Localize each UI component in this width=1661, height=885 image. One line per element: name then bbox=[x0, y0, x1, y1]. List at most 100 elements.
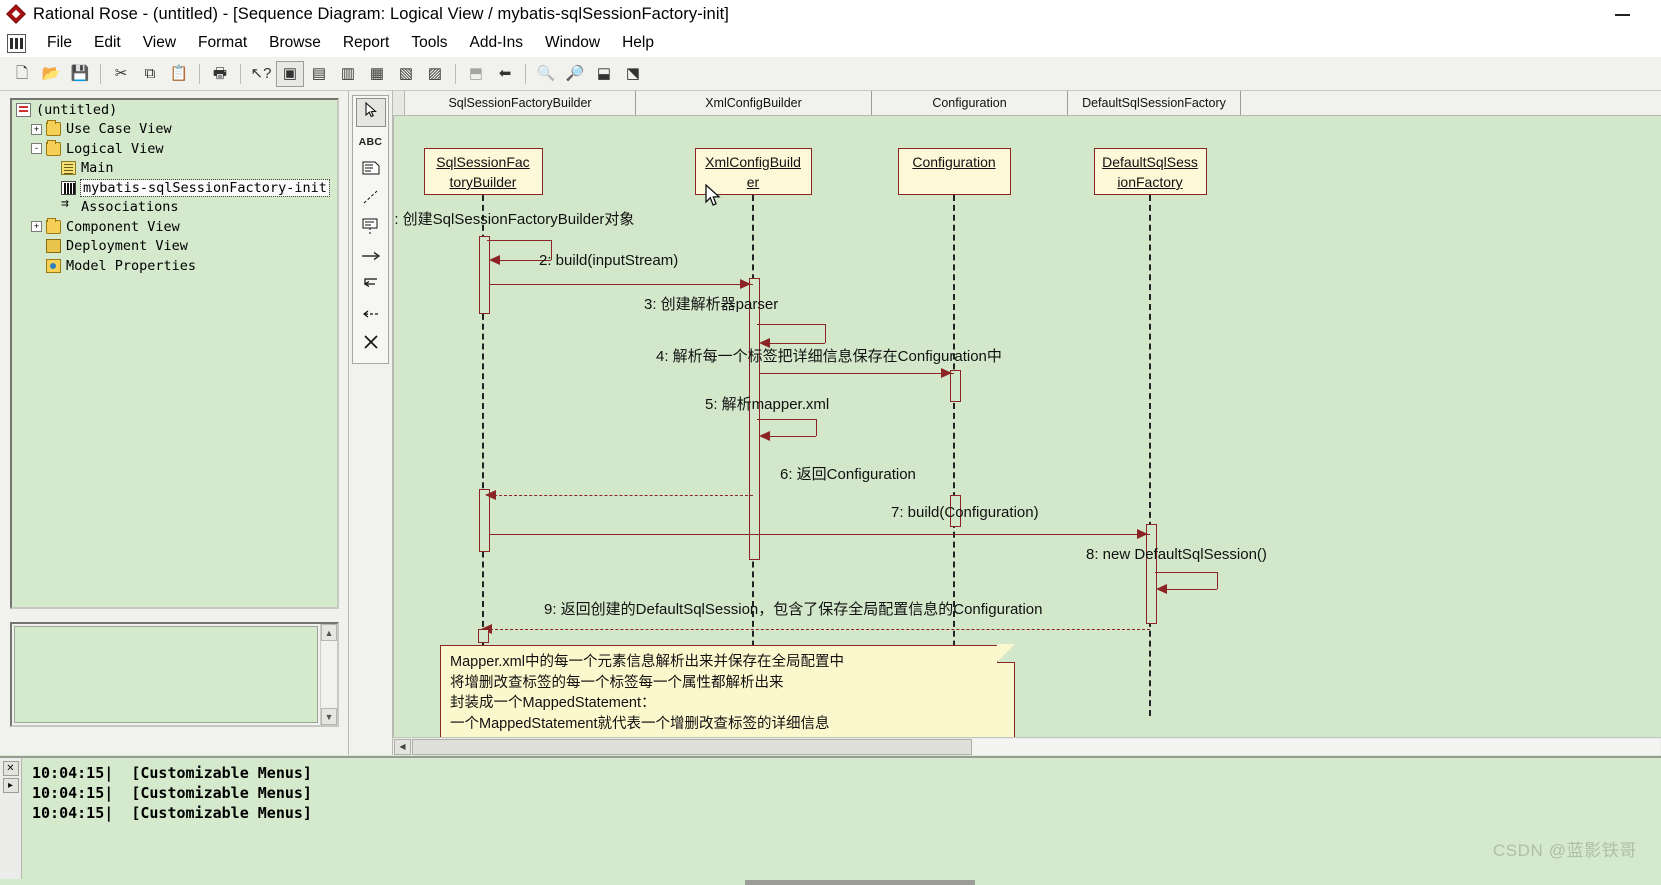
browse-component-diagram-icon[interactable]: ▨ bbox=[421, 61, 449, 87]
tree-item-logical-view[interactable]: - Logical View bbox=[12, 139, 337, 159]
tree-item-main[interactable]: Main bbox=[12, 159, 337, 179]
model-browser-tree[interactable]: (untitled) + Use Case View - Logical View Mai… bbox=[10, 98, 339, 609]
header-corner bbox=[393, 91, 405, 115]
close-log-button[interactable]: ✕ bbox=[2, 761, 19, 776]
browse-class-diagram-icon[interactable]: ▣ bbox=[276, 60, 304, 87]
message-8-bottom bbox=[1160, 589, 1217, 590]
note-tool[interactable] bbox=[356, 156, 386, 185]
return-message-tool[interactable] bbox=[356, 301, 386, 330]
menu-item-edit[interactable]: Edit bbox=[83, 32, 132, 54]
scroll-left-button[interactable]: ◀ bbox=[394, 738, 411, 755]
message-5-right bbox=[816, 419, 817, 436]
tree-collapse-icon[interactable]: - bbox=[31, 143, 42, 155]
tree-item-untitled[interactable]: (untitled) bbox=[12, 100, 337, 120]
model-root-icon bbox=[16, 102, 31, 117]
message-label-4: 4: 解析每一个标签把详细信息保存在Configuration中 bbox=[656, 348, 1002, 365]
object-tool[interactable] bbox=[356, 214, 386, 243]
menu-item-window[interactable]: Window bbox=[534, 32, 611, 54]
column-header-label: XmlConfigBuilder bbox=[705, 96, 802, 110]
zoom-out-icon[interactable]: 🔎 bbox=[561, 61, 589, 87]
column-header-configuration[interactable]: Configuration bbox=[872, 91, 1068, 115]
browse-state-diagram-icon[interactable]: ▧ bbox=[392, 61, 420, 87]
browse-use-case-diagram-icon[interactable]: ▤ bbox=[305, 61, 333, 87]
save-disk-icon[interactable]: 💾 bbox=[66, 61, 94, 87]
sequence-diagram-canvas[interactable]: SqlSessionFac toryBuilder XmlConfigBuild er… bbox=[393, 116, 1661, 737]
bottom-scroll-thumb[interactable] bbox=[745, 880, 975, 885]
message-label-9: 9: 返回创建的DefaultSqlSession，包含了保存全局配置信息的Co… bbox=[544, 601, 1043, 618]
lifeline-xmlconfigbuilder[interactable]: XmlConfigBuild er bbox=[694, 148, 812, 195]
diagram-note[interactable]: Mapper.xml中的每一个元素信息解析出来并保存在全局配置中 将增删改查标签的… bbox=[440, 644, 1015, 737]
message-3-top bbox=[757, 324, 825, 325]
menu-item-file[interactable]: File bbox=[36, 32, 83, 54]
documentation-scrollbar[interactable]: ▲ ▼ bbox=[320, 624, 337, 725]
message-to-self-tool[interactable] bbox=[356, 272, 386, 301]
context-help-cursor-icon[interactable]: ↖? bbox=[247, 61, 275, 87]
log-line: 10:04:15| [Customizable Menus] bbox=[32, 804, 312, 822]
column-header-defaultsqlsessionfactory[interactable]: DefaultSqlSessionFactory bbox=[1068, 91, 1241, 115]
browse-previous-icon[interactable]: ⬅ bbox=[491, 61, 519, 87]
toolbar-separator bbox=[199, 63, 200, 84]
column-header-label: DefaultSqlSessionFactory bbox=[1082, 96, 1226, 110]
window-menu-icon[interactable] bbox=[7, 33, 26, 53]
menu-item-browse[interactable]: Browse bbox=[258, 32, 332, 54]
lifeline-defaultsqlsessionfactory[interactable]: DefaultSqlSess ionFactory bbox=[1093, 148, 1207, 195]
copy-icon[interactable]: ⧉ bbox=[136, 61, 164, 87]
minimize-button[interactable] bbox=[1609, 6, 1635, 22]
menu-item-addins[interactable]: Add-Ins bbox=[459, 32, 534, 54]
scroll-up-button[interactable]: ▲ bbox=[321, 624, 337, 641]
log-side-buttons: ✕ ▸ bbox=[0, 758, 22, 885]
cut-scissors-icon[interactable]: ✂ bbox=[107, 61, 135, 87]
tree-item-use-case-view[interactable]: + Use Case View bbox=[12, 120, 337, 140]
scroll-down-button[interactable]: ▼ bbox=[321, 708, 337, 725]
abc-icon: ABC bbox=[358, 135, 383, 148]
menu-item-view[interactable]: View bbox=[132, 32, 187, 54]
horizontal-scrollbar[interactable]: ◀ bbox=[393, 737, 1661, 755]
hscroll-thumb[interactable] bbox=[412, 738, 972, 755]
paste-icon[interactable]: 📋 bbox=[165, 61, 193, 87]
diagram-toolbox: ABC bbox=[349, 91, 393, 755]
log-messages[interactable]: 10:04:15| [Customizable Menus] 10:04:15|… bbox=[22, 758, 1661, 885]
activation-bar-1[interactable] bbox=[479, 236, 490, 314]
column-header-sqlsessionfactorybuilder[interactable]: SqlSessionFactoryBuilder bbox=[405, 91, 636, 115]
tree-item-associations[interactable]: Associations bbox=[12, 196, 337, 218]
lifeline-configuration[interactable]: Configuration bbox=[897, 148, 1011, 195]
browse-sequence-diagram-icon[interactable]: ▥ bbox=[334, 61, 362, 87]
browse-collaboration-diagram-icon[interactable]: ▦ bbox=[363, 61, 391, 87]
menu-item-help[interactable]: Help bbox=[611, 32, 665, 54]
tree-item-label: Associations bbox=[81, 199, 179, 216]
print-icon[interactable]: 🖶 bbox=[206, 61, 234, 87]
new-document-icon[interactable]: 🗋 bbox=[8, 61, 36, 87]
undo-fit-icon[interactable]: ⬔ bbox=[619, 61, 647, 87]
tree-item-deployment-view[interactable]: Deployment View bbox=[12, 237, 337, 257]
menu-item-report[interactable]: Report bbox=[332, 32, 401, 54]
tree-item-mybatis-sqlsessionfactory-init[interactable]: mybatis-sqlSessionFactory-init bbox=[12, 178, 337, 198]
destruction-marker-tool[interactable] bbox=[356, 330, 386, 359]
selection-arrow-tool[interactable] bbox=[355, 98, 386, 127]
lifeline-sqlsessionfactorybuilder[interactable]: SqlSessionFac toryBuilder bbox=[423, 148, 543, 195]
toolbar: 🗋 📂 💾 ✂ ⧉ 📋 🖶 ↖? ▣ ▤ ▥ ▦ ▧ ▨ ⬒ ⬅ 🔍 🔎 ⬓ ⬔ bbox=[0, 57, 1661, 91]
message-2-arrowhead bbox=[740, 279, 751, 289]
message-label-5: 5: 解析mapper.xml bbox=[705, 396, 830, 413]
menu-bar: File Edit View Format Browse Report Tool… bbox=[0, 29, 1661, 57]
note-anchor-icon bbox=[362, 189, 380, 210]
tree-expand-icon[interactable]: + bbox=[31, 221, 42, 233]
note-anchor-tool[interactable] bbox=[356, 185, 386, 214]
text-tool[interactable]: ABC bbox=[356, 127, 386, 156]
fit-in-window-icon[interactable]: ⬓ bbox=[590, 61, 618, 87]
column-header-xmlconfigbuilder[interactable]: XmlConfigBuilder bbox=[636, 91, 872, 115]
activation-bar-6[interactable] bbox=[1146, 524, 1157, 624]
open-folder-icon[interactable]: 📂 bbox=[37, 61, 65, 87]
activation-bar-return[interactable] bbox=[478, 629, 489, 643]
tree-item-component-view[interactable]: + Component View bbox=[12, 217, 337, 237]
menu-item-tools[interactable]: Tools bbox=[400, 32, 458, 54]
tree-item-model-properties[interactable]: Model Properties bbox=[12, 256, 337, 276]
log-line: 10:04:15| [Customizable Menus] bbox=[32, 784, 312, 802]
bottom-scroll-area[interactable] bbox=[0, 879, 1661, 885]
tree-expand-icon[interactable]: + bbox=[31, 123, 42, 135]
object-message-tool[interactable] bbox=[356, 243, 386, 272]
documentation-text[interactable] bbox=[14, 626, 318, 723]
selection-arrow-icon bbox=[363, 101, 379, 123]
hscroll-track[interactable] bbox=[412, 738, 1660, 755]
expand-log-button[interactable]: ▸ bbox=[2, 778, 19, 793]
menu-item-format[interactable]: Format bbox=[187, 32, 258, 54]
